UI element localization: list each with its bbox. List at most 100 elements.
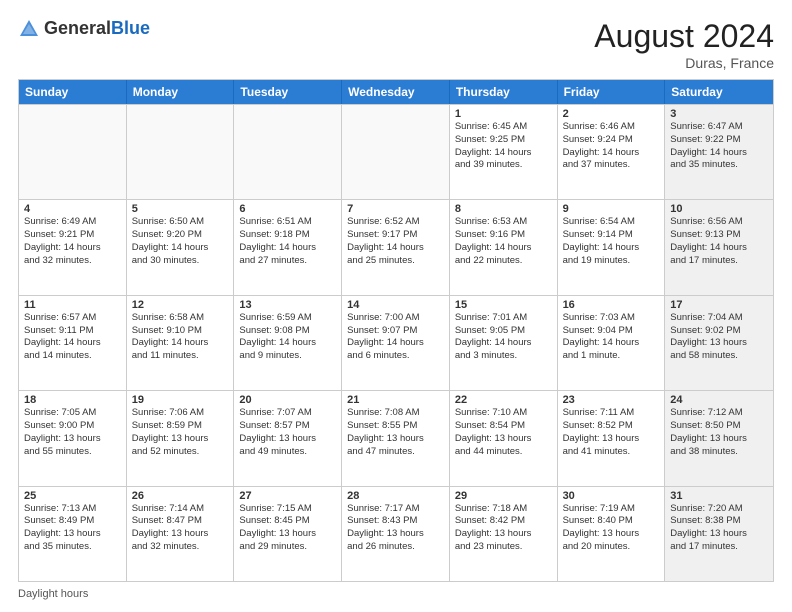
- cell-line: Daylight: 13 hours: [455, 528, 552, 541]
- calendar-cell: 13Sunrise: 6:59 AMSunset: 9:08 PMDayligh…: [234, 296, 342, 390]
- day-number: 17: [670, 299, 768, 311]
- cell-line: and 41 minutes.: [563, 446, 660, 459]
- calendar-cell: 29Sunrise: 7:18 AMSunset: 8:42 PMDayligh…: [450, 487, 558, 581]
- cell-line: Sunrise: 6:59 AM: [239, 312, 336, 325]
- day-number: 23: [563, 394, 660, 406]
- cell-line: Sunrise: 6:49 AM: [24, 216, 121, 229]
- cell-line: Daylight: 13 hours: [24, 433, 121, 446]
- cell-line: and 25 minutes.: [347, 255, 444, 268]
- day-number: 12: [132, 299, 229, 311]
- calendar-cell: 14Sunrise: 7:00 AMSunset: 9:07 PMDayligh…: [342, 296, 450, 390]
- cell-line: Sunset: 9:13 PM: [670, 229, 768, 242]
- cell-line: Daylight: 13 hours: [455, 433, 552, 446]
- cell-line: Daylight: 13 hours: [347, 433, 444, 446]
- calendar-cell: 23Sunrise: 7:11 AMSunset: 8:52 PMDayligh…: [558, 391, 666, 485]
- calendar-cell: [342, 105, 450, 199]
- calendar-row-1: 4Sunrise: 6:49 AMSunset: 9:21 PMDaylight…: [19, 199, 773, 294]
- cell-line: Sunset: 8:49 PM: [24, 515, 121, 528]
- calendar-row-3: 18Sunrise: 7:05 AMSunset: 9:00 PMDayligh…: [19, 390, 773, 485]
- header-cell-wednesday: Wednesday: [342, 80, 450, 104]
- cell-line: and 35 minutes.: [24, 541, 121, 554]
- day-number: 14: [347, 299, 444, 311]
- calendar-row-4: 25Sunrise: 7:13 AMSunset: 8:49 PMDayligh…: [19, 486, 773, 581]
- cell-line: Sunrise: 7:06 AM: [132, 407, 229, 420]
- cell-line: Daylight: 13 hours: [239, 528, 336, 541]
- cell-line: and 49 minutes.: [239, 446, 336, 459]
- calendar-row-0: 1Sunrise: 6:45 AMSunset: 9:25 PMDaylight…: [19, 104, 773, 199]
- cell-line: and 3 minutes.: [455, 350, 552, 363]
- logo-general: General: [44, 18, 111, 38]
- cell-line: Sunset: 8:42 PM: [455, 515, 552, 528]
- cell-line: Sunset: 8:50 PM: [670, 420, 768, 433]
- calendar-row-2: 11Sunrise: 6:57 AMSunset: 9:11 PMDayligh…: [19, 295, 773, 390]
- cell-line: Sunrise: 6:51 AM: [239, 216, 336, 229]
- day-number: 26: [132, 490, 229, 502]
- header-cell-friday: Friday: [558, 80, 666, 104]
- cell-line: Sunrise: 7:14 AM: [132, 503, 229, 516]
- calendar-cell: 21Sunrise: 7:08 AMSunset: 8:55 PMDayligh…: [342, 391, 450, 485]
- day-number: 20: [239, 394, 336, 406]
- calendar-cell: 17Sunrise: 7:04 AMSunset: 9:02 PMDayligh…: [665, 296, 773, 390]
- header-cell-tuesday: Tuesday: [234, 80, 342, 104]
- day-number: 18: [24, 394, 121, 406]
- cell-line: and 19 minutes.: [563, 255, 660, 268]
- cell-line: Sunrise: 6:46 AM: [563, 121, 660, 134]
- cell-line: Sunrise: 7:03 AM: [563, 312, 660, 325]
- day-number: 3: [670, 108, 768, 120]
- header-cell-saturday: Saturday: [665, 80, 773, 104]
- cell-line: Daylight: 13 hours: [347, 528, 444, 541]
- cell-line: and 52 minutes.: [132, 446, 229, 459]
- day-number: 7: [347, 203, 444, 215]
- cell-line: Daylight: 13 hours: [239, 433, 336, 446]
- cell-line: Daylight: 13 hours: [132, 528, 229, 541]
- cell-line: Daylight: 13 hours: [670, 528, 768, 541]
- cell-line: Daylight: 14 hours: [347, 337, 444, 350]
- location: Duras, France: [594, 55, 774, 71]
- day-number: 1: [455, 108, 552, 120]
- cell-line: Sunset: 9:11 PM: [24, 325, 121, 338]
- logo-blue: Blue: [111, 18, 150, 38]
- cell-line: Sunset: 9:17 PM: [347, 229, 444, 242]
- cell-line: Daylight: 14 hours: [563, 147, 660, 160]
- cell-line: and 30 minutes.: [132, 255, 229, 268]
- cell-line: Daylight: 14 hours: [239, 242, 336, 255]
- cell-line: Daylight: 13 hours: [670, 433, 768, 446]
- header-cell-thursday: Thursday: [450, 80, 558, 104]
- calendar-cell: 16Sunrise: 7:03 AMSunset: 9:04 PMDayligh…: [558, 296, 666, 390]
- calendar-cell: [19, 105, 127, 199]
- calendar-cell: 8Sunrise: 6:53 AMSunset: 9:16 PMDaylight…: [450, 200, 558, 294]
- calendar-cell: 2Sunrise: 6:46 AMSunset: 9:24 PMDaylight…: [558, 105, 666, 199]
- cell-line: and 44 minutes.: [455, 446, 552, 459]
- calendar-cell: [234, 105, 342, 199]
- calendar-cell: 4Sunrise: 6:49 AMSunset: 9:21 PMDaylight…: [19, 200, 127, 294]
- cell-line: and 22 minutes.: [455, 255, 552, 268]
- day-number: 6: [239, 203, 336, 215]
- month-year: August 2024: [594, 18, 774, 55]
- cell-line: Sunrise: 7:10 AM: [455, 407, 552, 420]
- cell-line: Sunset: 8:55 PM: [347, 420, 444, 433]
- cell-line: Sunrise: 6:53 AM: [455, 216, 552, 229]
- cell-line: Daylight: 14 hours: [132, 337, 229, 350]
- cell-line: Sunrise: 7:05 AM: [24, 407, 121, 420]
- calendar-cell: 12Sunrise: 6:58 AMSunset: 9:10 PMDayligh…: [127, 296, 235, 390]
- cell-line: Sunrise: 7:00 AM: [347, 312, 444, 325]
- calendar-cell: 27Sunrise: 7:15 AMSunset: 8:45 PMDayligh…: [234, 487, 342, 581]
- logo: GeneralBlue: [18, 18, 150, 40]
- cell-line: Sunset: 9:21 PM: [24, 229, 121, 242]
- cell-line: Sunset: 8:45 PM: [239, 515, 336, 528]
- cell-line: Sunrise: 7:18 AM: [455, 503, 552, 516]
- calendar-cell: 19Sunrise: 7:06 AMSunset: 8:59 PMDayligh…: [127, 391, 235, 485]
- cell-line: Sunset: 9:25 PM: [455, 134, 552, 147]
- logo-icon: [18, 18, 40, 40]
- cell-line: Sunset: 8:54 PM: [455, 420, 552, 433]
- cell-line: and 14 minutes.: [24, 350, 121, 363]
- calendar: SundayMondayTuesdayWednesdayThursdayFrid…: [18, 79, 774, 582]
- cell-line: Sunrise: 6:56 AM: [670, 216, 768, 229]
- cell-line: and 17 minutes.: [670, 541, 768, 554]
- title-block: August 2024 Duras, France: [594, 18, 774, 71]
- calendar-header: SundayMondayTuesdayWednesdayThursdayFrid…: [19, 80, 773, 104]
- cell-line: and 58 minutes.: [670, 350, 768, 363]
- cell-line: Sunrise: 6:50 AM: [132, 216, 229, 229]
- header: GeneralBlue August 2024 Duras, France: [18, 18, 774, 71]
- cell-line: Sunset: 8:38 PM: [670, 515, 768, 528]
